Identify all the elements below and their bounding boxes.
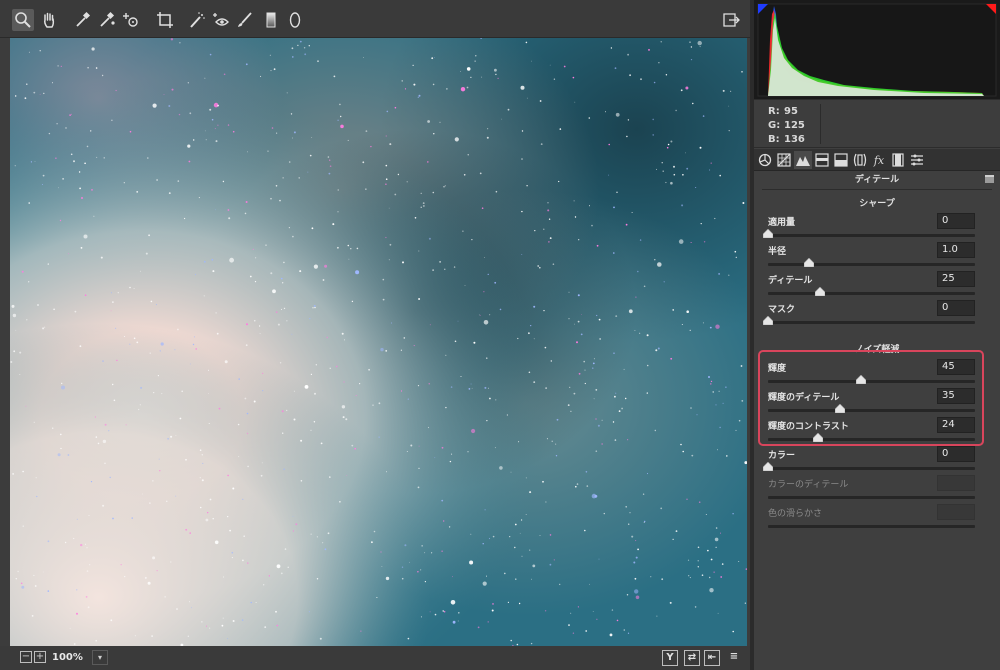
slider-value-field[interactable]: 0 xyxy=(937,213,975,229)
slider-label: カラーのディテール xyxy=(768,480,849,490)
hand-tool-icon[interactable] xyxy=(38,9,60,31)
slider-track[interactable] xyxy=(763,229,975,238)
slider-label: カラー xyxy=(768,451,796,461)
r-label: R: xyxy=(768,106,780,117)
slider-track xyxy=(768,525,975,528)
slider-thumb[interactable] xyxy=(812,433,823,442)
white-balance-tool-icon[interactable] xyxy=(72,9,94,31)
panel-menu-icon[interactable] xyxy=(985,175,994,183)
r-value: 95 xyxy=(784,106,798,117)
swap-settings-button[interactable]: ⇄ xyxy=(684,650,700,666)
b-value: 136 xyxy=(784,134,805,145)
chevron-down-icon[interactable]: ▾ xyxy=(92,650,108,665)
copy-settings-button[interactable]: ⇤ xyxy=(704,650,720,666)
slider-value-field[interactable]: 1.0 xyxy=(937,242,975,258)
slider-track[interactable] xyxy=(768,258,975,267)
lens-corrections-tab-icon[interactable] xyxy=(851,151,869,169)
b-label: B: xyxy=(768,134,780,145)
slider-label: 輝度のディテール xyxy=(768,393,840,403)
zoom-out-button[interactable]: − xyxy=(20,651,32,663)
g-value: 125 xyxy=(784,120,805,131)
slider-thumb[interactable] xyxy=(835,404,846,413)
slider-value-field xyxy=(937,504,975,520)
slider-track[interactable] xyxy=(768,375,975,384)
adjustment-brush-tool-icon[interactable] xyxy=(234,9,256,31)
noise-reduction-section-title: ノイズ軽減 xyxy=(854,345,900,355)
spot-removal-tool-icon[interactable] xyxy=(186,9,208,31)
panel-tabs: fx xyxy=(754,149,1000,171)
slider-thumb[interactable] xyxy=(763,462,773,471)
g-label: G: xyxy=(768,120,781,131)
slider-track[interactable] xyxy=(763,462,975,471)
milky-way-photo xyxy=(10,38,747,646)
camera-raw-window: − + 100% ▾ Y ⇄ ⇤ ≡ R: 95 G: 125 B: 136 f… xyxy=(0,0,1000,670)
histogram xyxy=(754,0,1000,100)
toolbar xyxy=(0,0,750,38)
zoom-in-button[interactable]: + xyxy=(34,651,46,663)
slider-thumb[interactable] xyxy=(763,316,773,325)
slider-thumb[interactable] xyxy=(763,229,773,238)
slider-track xyxy=(768,496,975,499)
slider-track[interactable] xyxy=(768,287,975,296)
slider-label: マスク xyxy=(768,305,796,315)
presets-tab-icon[interactable] xyxy=(908,151,926,169)
zoom-level[interactable]: 100% xyxy=(52,650,92,665)
zoom-tool-icon[interactable] xyxy=(12,9,34,31)
slider-thumb[interactable] xyxy=(856,375,867,384)
slider-label: 半径 xyxy=(768,247,787,257)
slider-value-field[interactable]: 25 xyxy=(937,271,975,287)
basic-tab-icon[interactable] xyxy=(756,151,774,169)
slider-value-field[interactable]: 0 xyxy=(937,300,975,316)
crop-tool-icon[interactable] xyxy=(154,9,176,31)
slider-label: 輝度のコントラスト xyxy=(768,422,849,432)
sharpen-section-title: シャープ xyxy=(859,199,895,209)
toggle-fullscreen-icon[interactable] xyxy=(720,9,742,31)
slider-track[interactable] xyxy=(763,316,975,325)
hsl-tab-icon[interactable] xyxy=(813,151,831,169)
slider-label: 輝度 xyxy=(768,364,787,374)
radial-filter-tool-icon[interactable] xyxy=(284,9,306,31)
effects-tab-icon[interactable]: fx xyxy=(870,151,888,169)
color-sampler-tool-icon[interactable] xyxy=(96,9,118,31)
slider-thumb[interactable] xyxy=(814,287,825,296)
slider-thumb[interactable] xyxy=(804,258,815,267)
preview-preferences-button[interactable]: ≡ xyxy=(726,650,742,666)
target-adjustment-tool-icon[interactable] xyxy=(120,9,142,31)
slider-label: ディテール xyxy=(768,276,813,286)
split-toning-tab-icon[interactable] xyxy=(832,151,850,169)
slider-value-field xyxy=(937,475,975,491)
slider-label: 適用量 xyxy=(768,218,796,228)
rgb-readout: R: 95 G: 125 B: 136 xyxy=(754,100,1000,148)
status-bar: − + 100% ▾ Y ⇄ ⇤ ≡ xyxy=(0,646,750,670)
detail-tab-icon[interactable] xyxy=(794,151,812,169)
image-preview[interactable] xyxy=(10,38,747,646)
panel-title: ディテール xyxy=(854,175,900,185)
tone-curve-tab-icon[interactable] xyxy=(775,151,793,169)
slider-label: 色の滑らかさ xyxy=(768,509,823,519)
slider-track[interactable] xyxy=(768,404,975,413)
before-after-view-button[interactable]: Y xyxy=(662,650,678,666)
slider-value-field[interactable]: 35 xyxy=(937,388,975,404)
red-eye-tool-icon[interactable] xyxy=(210,9,232,31)
slider-value-field[interactable]: 45 xyxy=(937,359,975,375)
camera-calibration-tab-icon[interactable] xyxy=(889,151,907,169)
slider-value-field[interactable]: 24 xyxy=(937,417,975,433)
slider-track[interactable] xyxy=(768,433,975,442)
graduated-filter-tool-icon[interactable] xyxy=(260,9,282,31)
adjustment-panel: R: 95 G: 125 B: 136 fx ディテール シャープ 適用量 0 … xyxy=(754,0,1000,670)
slider-value-field[interactable]: 0 xyxy=(937,446,975,462)
